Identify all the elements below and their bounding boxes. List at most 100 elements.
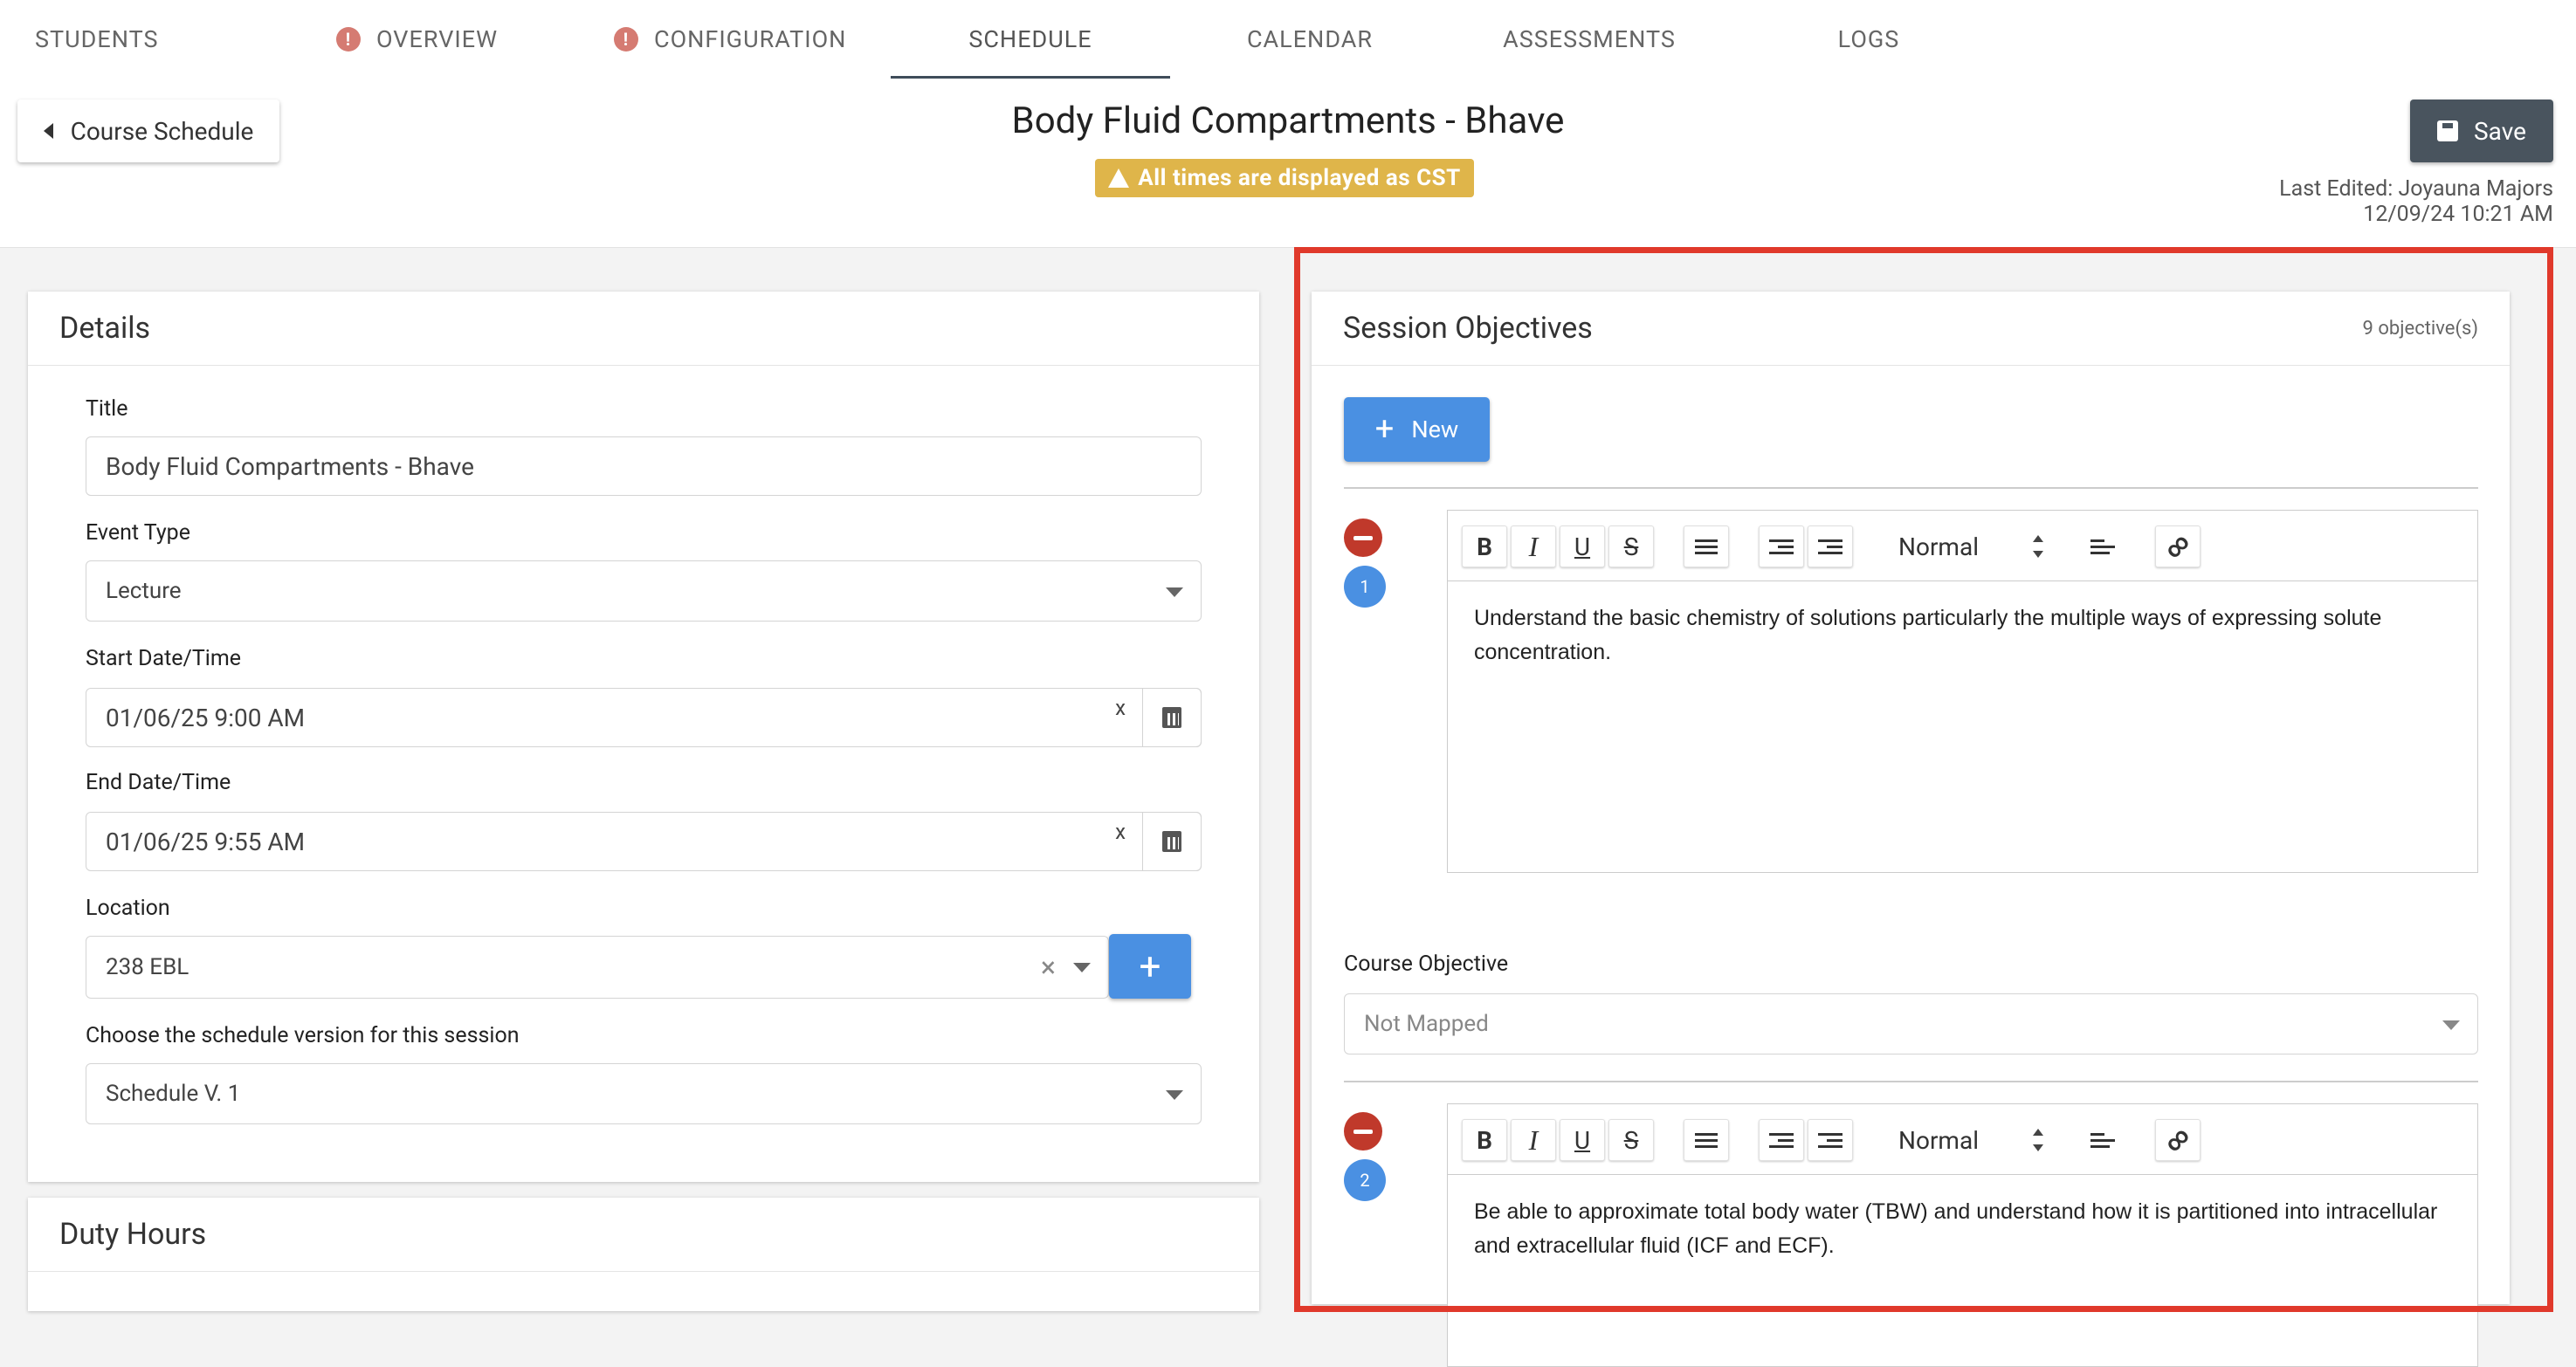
tab-calendar[interactable]: CALENDAR (1170, 0, 1450, 79)
start-datetime-label: Start Date/Time (86, 646, 242, 671)
divider (28, 1271, 1259, 1272)
course-objective-select[interactable]: Not Mapped (1344, 993, 2478, 1054)
location-label: Location (86, 896, 170, 921)
link-icon: ∞ (2159, 528, 2196, 565)
warning-triangle-icon (1108, 168, 1130, 188)
indent-icon (1818, 539, 1842, 554)
start-calendar-button[interactable] (1142, 688, 1202, 747)
outdent-icon (1769, 539, 1794, 554)
calendar-icon (1162, 831, 1181, 852)
indent-button[interactable] (1808, 1119, 1853, 1161)
ordered-list-button[interactable] (1684, 1119, 1729, 1161)
schedule-version-label: Choose the schedule version for this ses… (86, 1023, 520, 1048)
italic-button[interactable]: I (1511, 1119, 1556, 1161)
event-type-label: Event Type (86, 520, 190, 546)
tab-configuration[interactable]: ! CONFIGURATION (614, 0, 876, 79)
plus-icon: + (1139, 944, 1161, 989)
divider (1344, 1081, 2478, 1082)
strikethrough-button[interactable]: S (1608, 1119, 1654, 1161)
end-datetime-label: End Date/Time (86, 770, 231, 795)
session-objectives-card: Session Objectives 9 objective(s) + New … (1312, 292, 2510, 1367)
title-input[interactable]: Body Fluid Compartments - Bhave (86, 436, 1202, 496)
objective-editor[interactable]: B I U S Normal ∞ Be able to approximate … (1447, 1103, 2478, 1367)
warning-icon: ! (614, 27, 638, 52)
warning-icon: ! (336, 27, 361, 52)
save-icon (2437, 120, 2459, 141)
schedule-version-select[interactable]: Schedule V. 1 (86, 1063, 1202, 1124)
start-datetime-input[interactable]: 01/06/25 9:00 AM x (86, 688, 1202, 747)
objective-number-badge: 2 (1344, 1159, 1386, 1201)
duty-hours-heading: Duty Hours (59, 1217, 207, 1252)
indent-button[interactable] (1808, 526, 1853, 567)
details-heading: Details (59, 311, 151, 346)
objective-text: Be able to approximate total body water … (1474, 1199, 2438, 1258)
event-type-select[interactable]: Lecture (86, 560, 1202, 622)
clear-location-button[interactable]: × (1041, 951, 1056, 984)
outdent-button[interactable] (1759, 1119, 1804, 1161)
title-label: Title (86, 396, 128, 422)
objective-text: Understand the basic chemistry of soluti… (1474, 606, 2382, 664)
ordered-list-icon (1695, 539, 1718, 554)
align-button[interactable] (2080, 526, 2125, 567)
editor-toolbar: B I U S Normal ∞ (1448, 511, 2477, 581)
align-left-icon (2090, 1132, 2115, 1148)
link-icon: ∞ (2159, 1122, 2196, 1158)
outdent-icon (1769, 1132, 1794, 1148)
divider (28, 365, 1259, 366)
select-arrows-icon (2033, 1129, 2043, 1151)
tab-assessments[interactable]: ASSESSMENTS (1450, 0, 1729, 79)
session-objectives-heading: Session Objectives (1343, 311, 1593, 346)
course-objective-label: Course Objective (1344, 951, 1509, 977)
underline-button[interactable]: U (1560, 1119, 1605, 1161)
tab-logs[interactable]: LOGS (1729, 0, 2008, 79)
plus-icon: + (1374, 410, 1395, 449)
timezone-badge: All times are displayed as CST (1095, 159, 1474, 197)
calendar-icon (1162, 707, 1181, 728)
chevron-down-icon (2442, 1020, 2460, 1030)
italic-button[interactable]: I (1511, 526, 1556, 567)
last-edited-info: Last Edited: Joyauna Majors 12/09/24 10:… (2279, 176, 2553, 227)
save-button[interactable]: Save (2410, 100, 2553, 162)
clear-end-button[interactable]: x (1115, 820, 1126, 844)
duty-hours-card: Duty Hours (28, 1198, 1259, 1311)
link-button[interactable]: ∞ (2155, 1119, 2201, 1161)
chevron-down-icon (1166, 587, 1183, 597)
objective-count: 9 objective(s) (2362, 317, 2478, 340)
top-nav: STUDENTS ! OVERVIEW ! CONFIGURATION SCHEDU… (0, 0, 2576, 79)
underline-button[interactable]: U (1560, 526, 1605, 567)
bold-button[interactable]: B (1462, 526, 1507, 567)
link-button[interactable]: ∞ (2155, 526, 2201, 567)
chevron-down-icon (1073, 963, 1091, 972)
divider (1344, 487, 2478, 489)
page-title: Body Fluid Compartments - Bhave (1011, 100, 1565, 142)
new-objective-button[interactable]: + New (1344, 397, 1490, 462)
tab-overview[interactable]: ! OVERVIEW (336, 0, 520, 79)
add-location-button[interactable]: + (1109, 934, 1191, 999)
tab-students[interactable]: STUDENTS (35, 0, 192, 79)
indent-icon (1818, 1132, 1842, 1148)
ordered-list-icon (1695, 1132, 1718, 1148)
editor-toolbar: B I U S Normal ∞ (1448, 1104, 2477, 1175)
divider (1312, 365, 2510, 366)
remove-objective-button[interactable] (1344, 1112, 1382, 1151)
end-datetime-input[interactable]: 01/06/25 9:55 AM x (86, 812, 1202, 871)
text-format-select[interactable]: Normal (1898, 1119, 1979, 1161)
chevron-down-icon (1166, 1090, 1183, 1100)
align-left-icon (2090, 539, 2115, 554)
tab-schedule[interactable]: SCHEDULE (891, 0, 1170, 79)
ordered-list-button[interactable] (1684, 526, 1729, 567)
location-select[interactable]: 238 EBL × (86, 936, 1109, 999)
align-button[interactable] (2080, 1119, 2125, 1161)
objective-editor[interactable]: B I U S Normal ∞ Understand the basic ch… (1447, 510, 2478, 873)
text-format-select[interactable]: Normal (1898, 526, 1979, 567)
clear-start-button[interactable]: x (1115, 696, 1126, 720)
select-arrows-icon (2033, 535, 2043, 558)
strikethrough-button[interactable]: S (1608, 526, 1654, 567)
details-card: Details Title Body Fluid Compartments - … (28, 292, 1259, 1182)
objective-number-badge: 1 (1344, 566, 1386, 608)
page-header: Course Schedule Body Fluid Compartments … (0, 79, 2576, 248)
bold-button[interactable]: B (1462, 1119, 1507, 1161)
outdent-button[interactable] (1759, 526, 1804, 567)
remove-objective-button[interactable] (1344, 519, 1382, 557)
end-calendar-button[interactable] (1142, 812, 1202, 871)
